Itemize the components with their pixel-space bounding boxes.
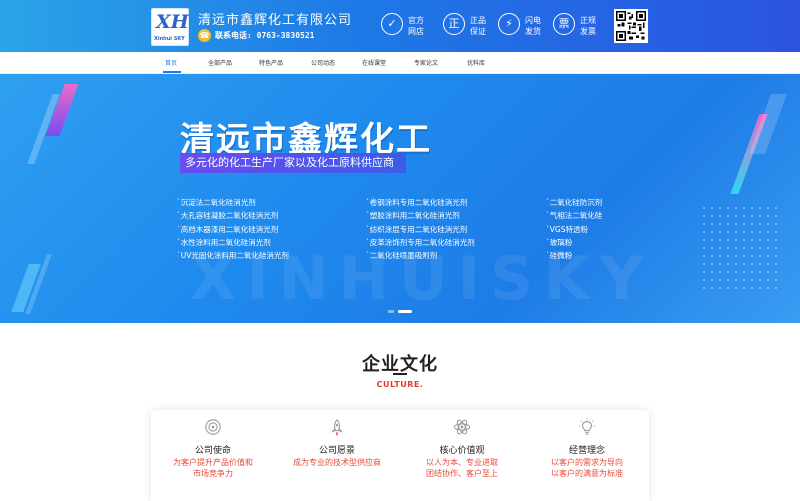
culture-card-philosophy[interactable]: 经营理念 以客户的需求为导向 以客户的满意为标准 <box>525 410 649 501</box>
culture-card-desc: 以客户的需求为导向 以客户的满意为标准 <box>551 458 623 478</box>
list-item[interactable]: `玻璃粉 <box>546 236 602 249</box>
list-item[interactable]: `水性涂料用二氧化硅消光剂 <box>177 236 289 249</box>
lightning-icon: ⚡ <box>498 13 520 35</box>
main-nav: 首页 全部产品 特色产品 公司动态 在线课堂 专家论文 优料库 <box>0 52 800 74</box>
hotline-text: 联系电话: 0763-3830521 <box>215 31 315 40</box>
hotline: ☎ 联系电话: 0763-3830521 <box>198 29 328 43</box>
rocket-icon <box>331 419 343 436</box>
list-item[interactable]: `VGS特透粉 <box>546 223 602 236</box>
product-list-col1: `沉淀法二氧化硅消光剂 `大孔容硅凝胶二氧化硅消光剂 `高档木器漆用二氧化硅消光… <box>177 196 289 262</box>
list-item[interactable]: `纺织涂层专用二氧化硅消光剂 <box>366 223 475 236</box>
list-item[interactable]: `气相法二氧化硅 <box>546 209 602 222</box>
culture-card-title: 公司使命 <box>194 446 231 456</box>
slider-dot[interactable] <box>388 310 394 313</box>
list-item[interactable]: `皮革涂饰剂专用二氧化硅消光剂 <box>366 236 475 249</box>
target-icon <box>205 419 221 435</box>
genuine-icon: 正 <box>443 13 465 35</box>
company-name: 清远市鑫辉化工有限公司 <box>198 13 353 28</box>
shield-check-icon: ✓ <box>381 13 403 35</box>
culture-card-title: 核心价值观 <box>439 446 485 456</box>
decor-dots <box>700 204 780 294</box>
banner-subtitle: 多元化的化工生产厂家以及化工原料供应商 <box>180 153 406 173</box>
list-item[interactable]: `沉淀法二氧化硅消光剂 <box>177 196 289 209</box>
culture-card-values[interactable]: 核心价值观 以人为本、专业进取 团结协作、客户至上 <box>400 410 524 501</box>
nav-item-papers[interactable]: 专家论文 <box>414 58 438 67</box>
list-item[interactable]: `卷钢涂料专用二氧化硅消光剂 <box>366 196 475 209</box>
culture-card-desc: 成为专业的技术型供应商 <box>293 458 381 467</box>
list-item[interactable]: `硅微粉 <box>546 249 602 262</box>
nav-item-all-products[interactable]: 全部产品 <box>208 58 232 67</box>
list-item[interactable]: `大孔容硅凝胶二氧化硅消光剂 <box>177 209 289 222</box>
culture-cards: 公司使命 为客户提升产品价值和 市场竞争力 公司愿景 成为专业的技术型供应商 核心… <box>151 410 649 501</box>
product-list-col3: `二氧化硅防沉剂 `气相法二氧化硅 `VGS特透粉 `玻璃粉 `硅微粉 <box>546 196 602 262</box>
phone-icon: ☎ <box>198 29 211 42</box>
slider-dot-active[interactable] <box>398 310 412 313</box>
nav-item-home[interactable]: 首页 <box>165 58 177 67</box>
culture-card-vision[interactable]: 公司愿景 成为专业的技术型供应商 <box>275 410 399 501</box>
culture-card-mission[interactable]: 公司使命 为客户提升产品价值和 市场竞争力 <box>151 410 275 501</box>
list-item[interactable]: `塑胶涂料用二氧化硅消光剂 <box>366 209 475 222</box>
list-item[interactable]: `二氧化硅喷墨吸附剂 <box>366 249 475 262</box>
nav-item-classroom[interactable]: 在线课堂 <box>362 58 386 67</box>
atom-icon <box>453 419 471 435</box>
invoice-icon: 票 <box>553 13 575 35</box>
list-item[interactable]: `UV光固化涂料用二氧化硅消光剂 <box>177 249 289 262</box>
logo-monogram: XH <box>156 11 189 33</box>
company-logo[interactable]: XH Xinhui SKY <box>151 8 189 46</box>
lightbulb-icon <box>578 418 596 435</box>
culture-card-desc: 为客户提升产品价值和 市场竞争力 <box>173 458 253 478</box>
culture-card-desc: 以人为本、专业进取 团结协作、客户至上 <box>426 458 498 478</box>
list-item[interactable]: `二氧化硅防沉剂 <box>546 196 602 209</box>
hotline-number: 0763-3830521 <box>256 31 315 40</box>
culture-divider <box>393 373 407 375</box>
nav-item-news[interactable]: 公司动态 <box>311 58 335 67</box>
logo-subtext: Xinhui SKY <box>154 36 185 42</box>
nav-item-featured[interactable]: 特色产品 <box>259 58 283 67</box>
culture-subtitle: CULTURE. <box>376 380 424 389</box>
nav-active-indicator <box>163 71 181 73</box>
nav-item-materials[interactable]: 优料库 <box>467 58 485 67</box>
product-list-col2: `卷钢涂料专用二氧化硅消光剂 `塑胶涂料用二氧化硅消光剂 `纺织涂层专用二氧化硅… <box>366 196 475 262</box>
site-header: XH Xinhui SKY 清远市鑫辉化工有限公司 ☎ 联系电话: 0763-3… <box>0 0 800 52</box>
list-item[interactable]: `高档木器漆用二氧化硅消光剂 <box>177 223 289 236</box>
qr-code-icon <box>614 9 648 43</box>
culture-card-title: 经营理念 <box>568 446 605 456</box>
culture-card-title: 公司愿景 <box>318 446 355 456</box>
